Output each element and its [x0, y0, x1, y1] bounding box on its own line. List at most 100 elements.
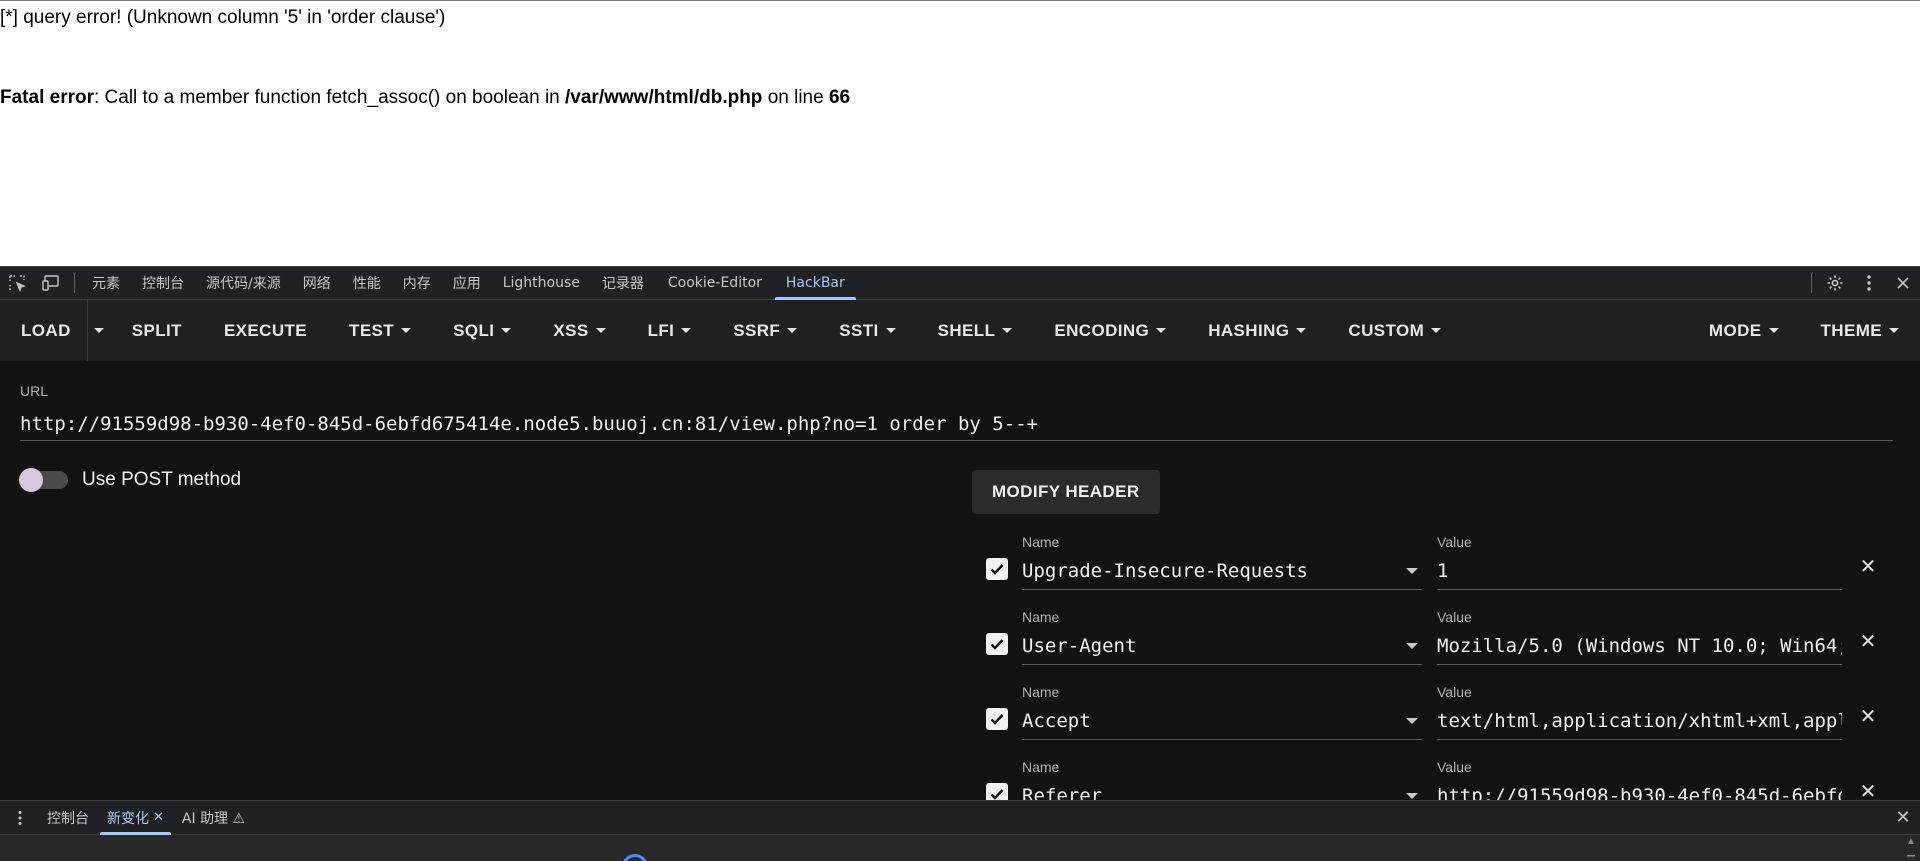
settings-gear-icon[interactable]	[1818, 267, 1852, 300]
header-name-label: Name	[1022, 609, 1060, 625]
chevron-down-icon	[1296, 328, 1307, 333]
lfi-menu-button[interactable]: LFI	[627, 300, 713, 361]
tab-recorder[interactable]: 记录器	[591, 267, 655, 300]
sqli-menu-button[interactable]: SQLI	[432, 300, 532, 361]
ssrf-label: SSRF	[733, 320, 781, 340]
remove-header-close-icon[interactable]: ✕	[1858, 781, 1878, 801]
header-value-label: Value	[1437, 609, 1472, 625]
chevron-down-icon	[885, 328, 896, 333]
chevron-down-icon	[1431, 328, 1442, 333]
ssti-menu-button[interactable]: SSTI	[818, 300, 916, 361]
tab-sources[interactable]: 源代码/来源	[195, 267, 292, 300]
tab-separator	[1811, 273, 1812, 293]
header-name-field[interactable]: Referer	[1022, 777, 1422, 801]
hackbar-toolbar: LOAD SPLIT EXECUTE TEST SQLI XSS LFI SSR…	[0, 300, 1920, 361]
header-name-field[interactable]: Upgrade-Insecure-Requests	[1022, 552, 1422, 590]
header-value-label: Value	[1437, 534, 1472, 550]
checkmark-icon	[990, 564, 1004, 575]
header-row: Name Referer Value http://91559d98-b930-…	[984, 759, 1884, 800]
chevron-down-icon	[681, 328, 692, 333]
sqli-label: SQLI	[453, 320, 495, 340]
tab-application[interactable]: 应用	[442, 267, 492, 300]
chevron-down-icon	[595, 328, 606, 333]
hashing-menu-button[interactable]: HASHING	[1187, 300, 1327, 361]
header-value-field[interactable]: Mozilla/5.0 (Windows NT 10.0; Win64; x64…	[1437, 627, 1842, 665]
close-devtools-icon[interactable]	[1886, 267, 1920, 300]
xss-menu-button[interactable]: XSS	[532, 300, 626, 361]
header-value-field[interactable]: http://91559d98-b930-4ef0-845d-6ebfd6754…	[1437, 777, 1842, 801]
drawer-tab-changes[interactable]: 新变化 ✕	[100, 801, 171, 835]
test-menu-button[interactable]: TEST	[328, 300, 432, 361]
chevron-down-icon	[1156, 328, 1167, 333]
drawer-content: ▲ ▁	[0, 835, 1920, 861]
remove-header-close-icon[interactable]: ✕	[1858, 631, 1878, 653]
header-enabled-checkbox[interactable]	[986, 633, 1008, 655]
drawer-tab-console[interactable]: 控制台	[40, 801, 96, 835]
header-value-label: Value	[1437, 684, 1472, 700]
header-enabled-checkbox[interactable]	[986, 558, 1008, 580]
header-name-field[interactable]: Accept	[1022, 702, 1422, 740]
loading-spinner-icon	[622, 854, 648, 861]
header-row: Name User-Agent Value Mozilla/5.0 (Windo…	[984, 609, 1884, 684]
modify-header-button[interactable]: MODIFY HEADER	[972, 470, 1160, 514]
tab-elements[interactable]: 元素	[81, 267, 131, 300]
checkmark-icon	[990, 789, 1004, 800]
fatal-error-label: Fatal error	[0, 87, 94, 108]
chevron-down-icon[interactable]	[1406, 643, 1418, 649]
page-content: [*] query error! (Unknown column '5' in …	[0, 0, 1920, 266]
hashing-label: HASHING	[1208, 320, 1290, 340]
remove-header-close-icon[interactable]: ✕	[1858, 556, 1878, 578]
device-toolbar-icon[interactable]	[34, 267, 68, 300]
checkmark-icon	[990, 639, 1004, 650]
close-tab-icon[interactable]: ✕	[153, 810, 164, 825]
chevron-down-icon	[401, 328, 412, 333]
tab-performance[interactable]: 性能	[342, 267, 392, 300]
drawer-tab-ai-assistance[interactable]: AI 助理 ⚠	[175, 801, 252, 835]
chevron-down-icon[interactable]	[1406, 568, 1418, 574]
tab-console[interactable]: 控制台	[131, 267, 195, 300]
tab-lighthouse[interactable]: Lighthouse	[492, 267, 591, 300]
header-row: Name Accept Value text/html,application/…	[984, 684, 1884, 759]
chevron-down-icon[interactable]	[1406, 718, 1418, 724]
post-method-toggle[interactable]: Use POST method	[19, 468, 241, 492]
theme-label: THEME	[1820, 320, 1882, 340]
chevron-down-icon	[94, 328, 105, 333]
mode-menu-button[interactable]: MODE	[1688, 300, 1800, 361]
header-enabled-checkbox[interactable]	[986, 708, 1008, 730]
split-label: SPLIT	[131, 320, 182, 340]
ssrf-menu-button[interactable]: SSRF	[712, 300, 818, 361]
ssti-label: SSTI	[839, 320, 879, 340]
header-name-field[interactable]: User-Agent	[1022, 627, 1422, 665]
load-dropdown-caret[interactable]	[86, 300, 111, 361]
menu-dots-icon[interactable]	[0, 810, 40, 826]
fatal-error-on-line: on line	[762, 87, 829, 108]
inspect-element-icon[interactable]	[0, 267, 34, 300]
theme-menu-button[interactable]: THEME	[1800, 300, 1920, 361]
devtools-tab-bar: 元素 控制台 源代码/来源 网络 性能 内存 应用 Lighthouse 记录器…	[0, 266, 1920, 300]
fatal-error-file: /var/www/html/db.php	[565, 87, 763, 108]
shell-menu-button[interactable]: SHELL	[917, 300, 1034, 361]
tab-hackbar[interactable]: HackBar	[774, 267, 856, 300]
tab-cookie-editor[interactable]: Cookie-Editor	[655, 267, 775, 300]
tab-separator	[74, 273, 75, 293]
split-button[interactable]: SPLIT	[111, 300, 203, 361]
close-drawer-icon[interactable]: ✕	[1886, 807, 1920, 828]
load-label: LOAD	[21, 320, 71, 340]
tab-memory[interactable]: 内存	[392, 267, 442, 300]
encoding-menu-button[interactable]: ENCODING	[1033, 300, 1187, 361]
remove-header-close-icon[interactable]: ✕	[1858, 706, 1878, 728]
scroll-up-arrow-icon[interactable]: ▲ ▁	[1906, 837, 1916, 859]
header-value-field[interactable]: 1	[1437, 552, 1842, 590]
more-vert-icon[interactable]	[1852, 267, 1886, 300]
chevron-down-icon[interactable]	[1406, 793, 1418, 799]
custom-menu-button[interactable]: CUSTOM	[1327, 300, 1462, 361]
drawer-tab-changes-label: 新变化	[107, 810, 149, 827]
lfi-label: LFI	[647, 320, 675, 340]
toggle-switch[interactable]	[19, 468, 68, 492]
header-value-field[interactable]: text/html,application/xhtml+xml,applicat…	[1437, 702, 1842, 740]
execute-button[interactable]: EXECUTE	[203, 300, 328, 361]
load-button[interactable]: LOAD	[0, 300, 87, 361]
tab-network[interactable]: 网络	[292, 267, 342, 300]
url-input[interactable]	[20, 407, 1893, 441]
header-enabled-checkbox[interactable]	[986, 783, 1008, 800]
